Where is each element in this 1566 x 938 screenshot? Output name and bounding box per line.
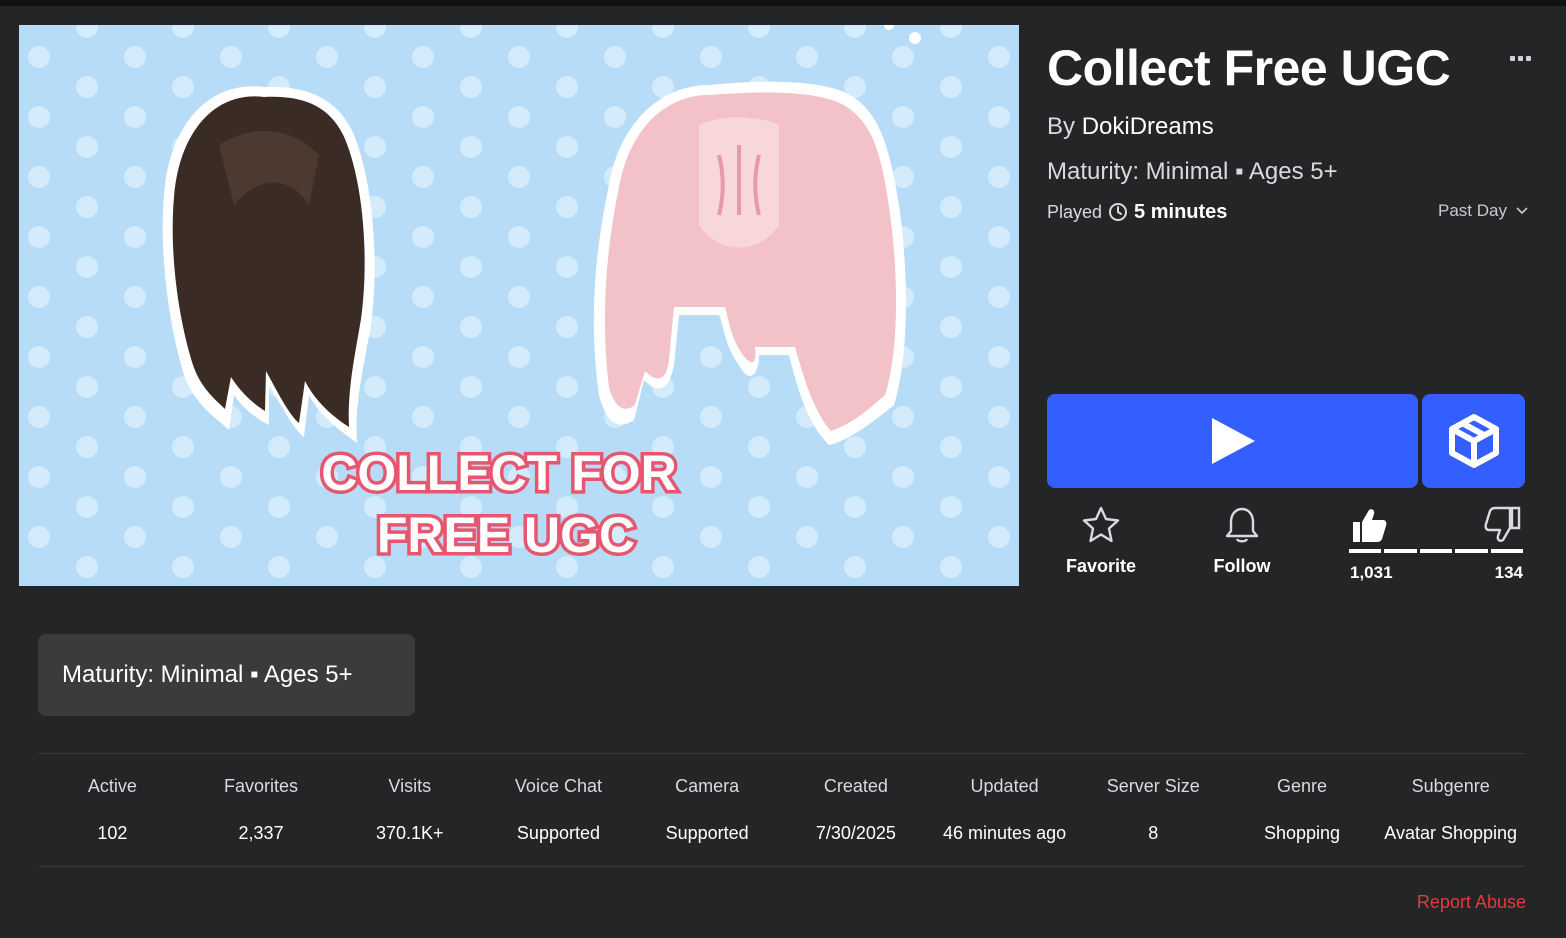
dot-icon [1525,55,1531,61]
cube-icon [1448,414,1499,468]
stat-label: Voice Chat [514,776,602,796]
bell-icon [1225,507,1259,543]
upvote-count: 1,031 [1350,563,1393,582]
vote-bar-segment [1349,549,1382,553]
stat-value: 46 minutes ago [943,823,1067,843]
stat-value: Shopping [1263,823,1341,843]
stat-updated: Updated 46 minutes ago [930,772,1079,847]
thumbnail-text-line1: COLLECT FOR [321,445,677,501]
vote-bar-segment [1455,549,1488,553]
creator-link[interactable]: DokiDreams [1082,113,1214,140]
game-title: Collect Free UGC [1047,40,1451,96]
time-range-dropdown[interactable]: Past Day [1438,200,1529,222]
vote-section: 1,031 134 [1349,505,1525,585]
thumbs-up-icon [1353,509,1387,542]
stats-row: Active 102 Favorites 2,337 Visits 370.1K… [38,772,1525,847]
stat-camera: Camera Supported [633,772,782,847]
top-bar [0,0,1566,6]
stat-label: Camera [675,776,740,796]
stat-created: Created 7/30/2025 [782,772,931,847]
divider [38,753,1525,754]
clock-icon [1109,203,1128,221]
played-time: Played 5 minutes [1047,200,1227,224]
stat-value: Avatar Shopping [1384,823,1518,843]
stat-value: 370.1K+ [375,823,444,843]
play-icon [1211,418,1255,464]
stat-genre: Genre Shopping [1228,772,1377,847]
dark-hair-image [162,86,375,443]
vote-ratio-bar [1349,549,1524,553]
chevron-down-icon [1516,207,1528,215]
game-thumbnail: COLLECT FOR FREE UGC [19,25,1019,586]
follow-button[interactable]: Follow [1187,505,1297,577]
stat-label: Subgenre [1411,776,1490,796]
stat-label: Server Size [1106,776,1200,796]
downvote-button[interactable] [1483,505,1523,550]
stat-value: 8 [1148,823,1159,843]
stat-label: Genre [1276,776,1327,796]
vote-bar-segment [1490,549,1524,553]
thumbnail-text-line2: FREE UGC [377,507,635,563]
maturity-label: Maturity: Minimal ▪ Ages 5+ [1047,158,1338,185]
vote-bar-segment [1419,549,1453,553]
stat-subgenre: Subgenre Avatar Shopping [1376,772,1525,847]
stat-voice-chat: Voice Chat Supported [484,772,633,847]
maturity-card: Maturity: Minimal ▪ Ages 5+ [38,634,415,716]
stat-label: Created [823,776,888,796]
played-value: 5 minutes [1134,201,1228,223]
star-icon [1082,506,1120,543]
dot-icon [1517,55,1523,61]
follow-label: Follow [1213,556,1271,576]
stat-value: Supported [516,823,600,843]
thumbs-down-icon [1484,506,1521,542]
dot-icon [1509,55,1515,61]
stat-label: Favorites [224,776,299,796]
stat-value: Supported [665,823,749,843]
played-label: Played [1047,202,1103,222]
stat-label: Updated [970,776,1039,796]
upvote-button[interactable] [1349,505,1389,550]
by-prefix: By [1047,113,1076,140]
stat-favorites: Favorites 2,337 [187,772,336,847]
stat-value: 7/30/2025 [815,823,896,843]
stat-label: Visits [388,776,432,796]
report-abuse-link[interactable]: Report Abuse [1417,892,1526,913]
more-options-button[interactable] [1500,46,1540,70]
stat-label: Active [87,776,137,796]
time-range-label: Past Day [1438,201,1507,220]
favorite-label: Favorite [1065,556,1137,576]
vote-bar-segment [1384,549,1417,553]
maturity-card-text: Maturity: Minimal ▪ Ages 5+ [62,661,353,688]
stat-active: Active 102 [38,772,187,847]
stat-server-size: Server Size 8 [1079,772,1228,847]
stat-visits: Visits 370.1K+ [335,772,484,847]
stat-value: 2,337 [238,823,284,843]
downvote-count: 134 [1494,563,1523,582]
creator-byline: By DokiDreams [1047,112,1214,142]
divider [38,866,1525,867]
favorite-button[interactable]: Favorite [1046,505,1156,577]
stat-value: 102 [97,823,128,843]
play-button[interactable] [1047,394,1418,488]
avatar-cube-button[interactable] [1422,394,1525,488]
